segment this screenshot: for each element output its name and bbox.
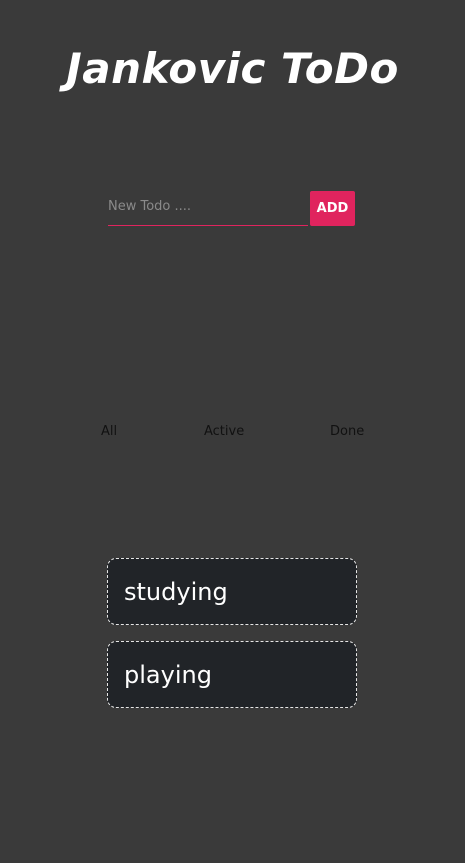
new-todo-input[interactable]	[108, 191, 308, 226]
add-todo-button[interactable]: ADD	[310, 191, 355, 226]
app-title: Jankovic ToDo	[66, 44, 399, 93]
todo-item-studying[interactable]: studying	[107, 558, 357, 625]
todo-item-playing[interactable]: playing	[107, 641, 357, 708]
new-todo-form: ADD	[108, 191, 355, 228]
filter-tab-active[interactable]: Active	[204, 423, 244, 441]
filter-tab-done[interactable]: Done	[330, 423, 364, 441]
filter-tab-all[interactable]: All	[101, 423, 117, 441]
todo-list: studying playing	[107, 558, 357, 724]
filter-tabs: All Active Done	[0, 423, 465, 443]
